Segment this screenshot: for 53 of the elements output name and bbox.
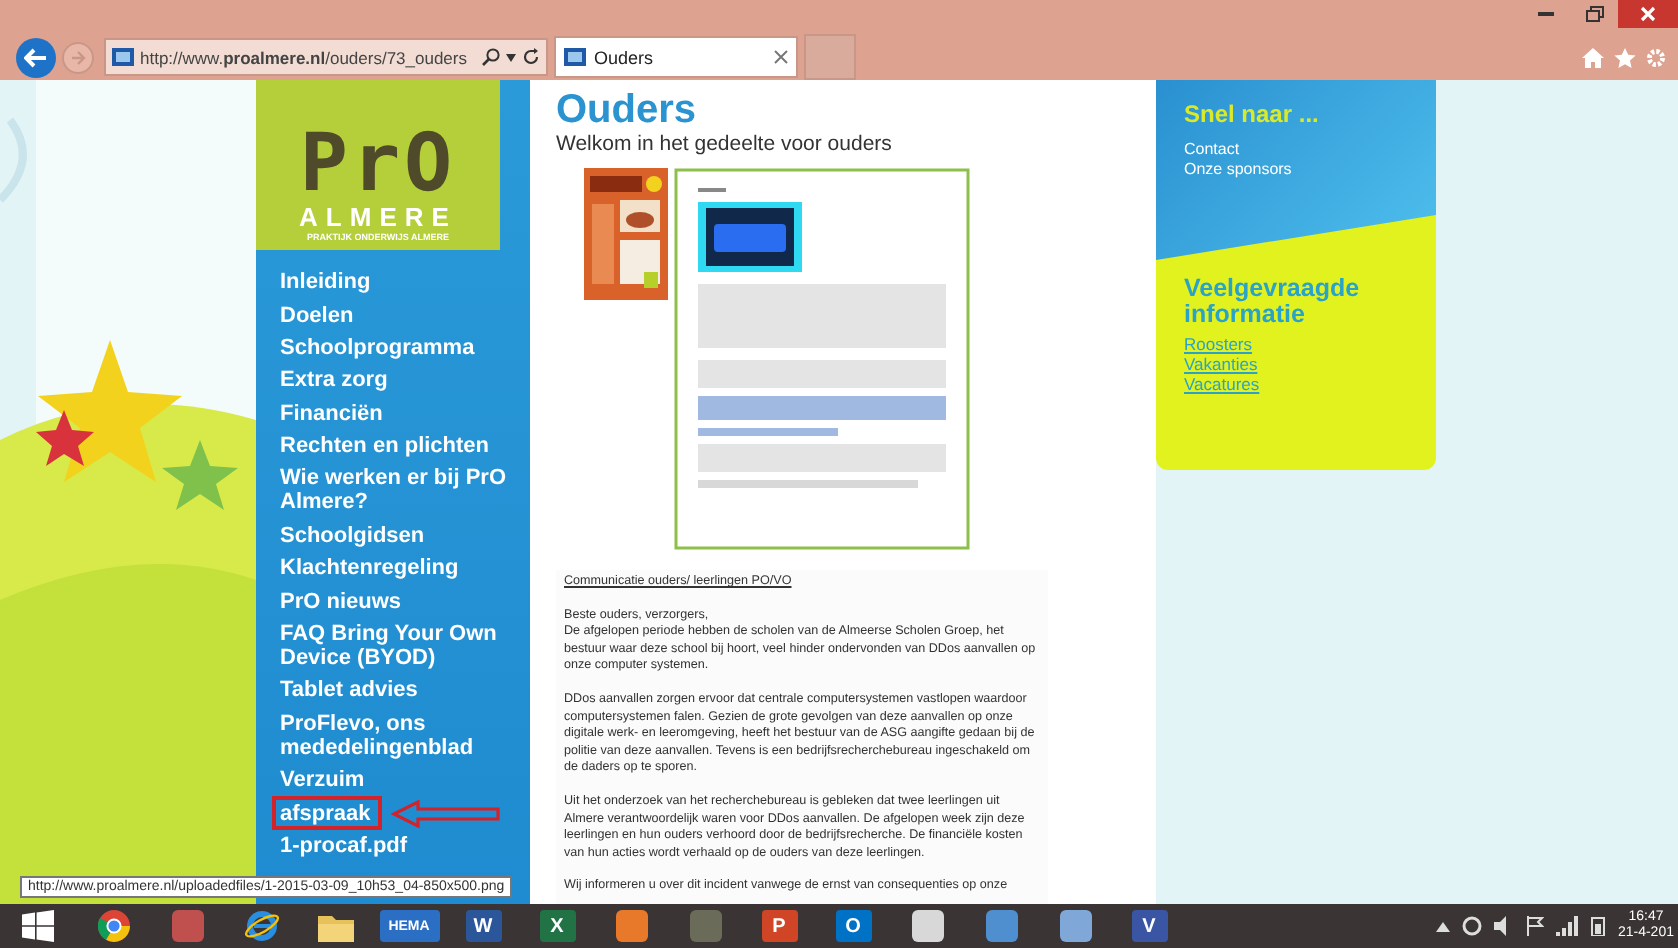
nav-link[interactable]: FAQ Bring Your Own Device (BYOD) — [276, 617, 512, 675]
app-tile[interactable]: P — [749, 906, 809, 946]
refresh-icon[interactable] — [522, 48, 540, 66]
app-tile[interactable]: W — [453, 906, 513, 946]
nav-link[interactable]: Wie werken er bij PrO Almere? — [276, 462, 512, 520]
back-arrow-icon — [24, 47, 48, 67]
search-icon[interactable] — [482, 48, 500, 66]
nav-link[interactable]: afspraak — [272, 796, 383, 831]
faq-link[interactable]: Vacatures — [1184, 374, 1408, 394]
browser-tab[interactable]: Ouders — [554, 36, 798, 78]
tray-caret-icon[interactable] — [1435, 921, 1450, 931]
quick-link[interactable]: Onze sponsors — [1184, 160, 1408, 180]
nav-link[interactable]: Verzuim — [276, 763, 512, 797]
nav-link[interactable]: Doelen — [276, 298, 512, 332]
nav-link[interactable]: Rechten en plichten — [276, 429, 512, 463]
app-tile[interactable]: V — [1119, 906, 1179, 946]
close-icon — [1640, 6, 1656, 22]
nav-link[interactable]: Schoolgidsen — [276, 519, 512, 552]
nav-link[interactable]: 1-procaf.pdf — [276, 830, 512, 864]
nav-link[interactable]: Schoolprogramma — [276, 331, 512, 365]
dropdown-icon[interactable] — [506, 53, 516, 61]
forward-arrow-icon — [70, 49, 86, 65]
nav-link[interactable]: Financiën — [276, 397, 512, 430]
battery-icon[interactable] — [1589, 916, 1606, 936]
site-icon — [112, 48, 134, 66]
faq-link[interactable]: Roosters — [1184, 334, 1408, 354]
panel-heading: Snel naar ... — [1184, 100, 1321, 128]
flag-icon[interactable] — [1525, 916, 1544, 936]
app-tile[interactable]: O — [823, 906, 883, 946]
quick-link[interactable]: Contact — [1184, 140, 1408, 160]
start-button[interactable] — [22, 910, 54, 942]
star-icon[interactable] — [1614, 47, 1636, 67]
close-button[interactable] — [1618, 0, 1678, 28]
panel-heading: Veelgevraagde informatie — [1184, 276, 1362, 328]
nav-link[interactable]: Klachtenregeling — [276, 552, 512, 585]
close-tab-icon[interactable] — [774, 50, 788, 64]
faq-link[interactable]: Vakanties — [1184, 354, 1408, 374]
page-title: Ouders — [556, 88, 699, 132]
nav-link[interactable]: PrO nieuws — [276, 584, 512, 618]
annotation-arrow — [390, 799, 503, 828]
signal-icon[interactable] — [1555, 916, 1578, 936]
address-bar[interactable]: http://www.proalmere.nl/ouders/73_ouders — [104, 38, 548, 76]
nav-link[interactable]: ProFlevo, ons mededelingenblad — [276, 707, 512, 764]
nav-link[interactable]: Inleiding — [276, 266, 512, 299]
tray-app-icon[interactable] — [1461, 916, 1482, 936]
back-button[interactable] — [16, 37, 56, 77]
nav-link[interactable]: Tablet advies — [276, 674, 512, 707]
page-subtitle: Welkom in het gedeelte voor ouders — [556, 132, 894, 156]
restore-icon — [1585, 6, 1603, 22]
nav-link[interactable]: Extra zorg — [276, 364, 512, 397]
minimize-icon — [1538, 12, 1554, 16]
app-tile[interactable]: X — [527, 906, 587, 946]
site-icon — [564, 48, 586, 66]
